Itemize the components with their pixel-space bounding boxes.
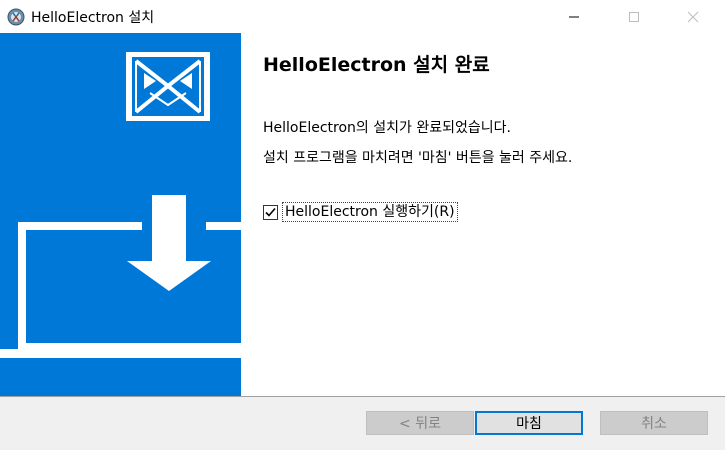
- envelope-logo-icon: [126, 52, 210, 121]
- close-icon[interactable]: [670, 0, 716, 33]
- checkmark-icon: [265, 207, 276, 217]
- back-button[interactable]: < 뒤로: [366, 411, 474, 435]
- completion-message: HelloElectron의 설치가 완료되었습니다.: [263, 120, 511, 136]
- title-bar[interactable]: HelloElectron 설치: [0, 0, 725, 33]
- run-app-checkbox-label[interactable]: HelloElectron 실행하기(R): [282, 202, 458, 222]
- side-banner: [0, 33, 241, 396]
- maximize-icon[interactable]: [611, 0, 657, 33]
- finish-button[interactable]: 마침: [475, 411, 583, 435]
- run-app-checkbox-row[interactable]: HelloElectron 실행하기(R): [263, 202, 458, 222]
- page-title: HelloElectron 설치 완료: [263, 54, 490, 76]
- laptop-download-icon: [0, 195, 241, 358]
- button-bar: < 뒤로 마침 취소: [0, 396, 725, 450]
- minimize-icon[interactable]: [551, 0, 597, 33]
- window-title: HelloElectron 설치: [31, 10, 155, 26]
- run-app-checkbox[interactable]: [263, 204, 278, 220]
- installer-app-icon: [7, 8, 25, 26]
- installer-window: HelloElectron 설치 HelloElectron 설치 완료 Hel…: [0, 0, 725, 450]
- finish-instruction: 설치 프로그램을 마치려면 '마침' 버튼을 눌러 주세요.: [263, 150, 573, 166]
- cancel-button[interactable]: 취소: [600, 411, 708, 435]
